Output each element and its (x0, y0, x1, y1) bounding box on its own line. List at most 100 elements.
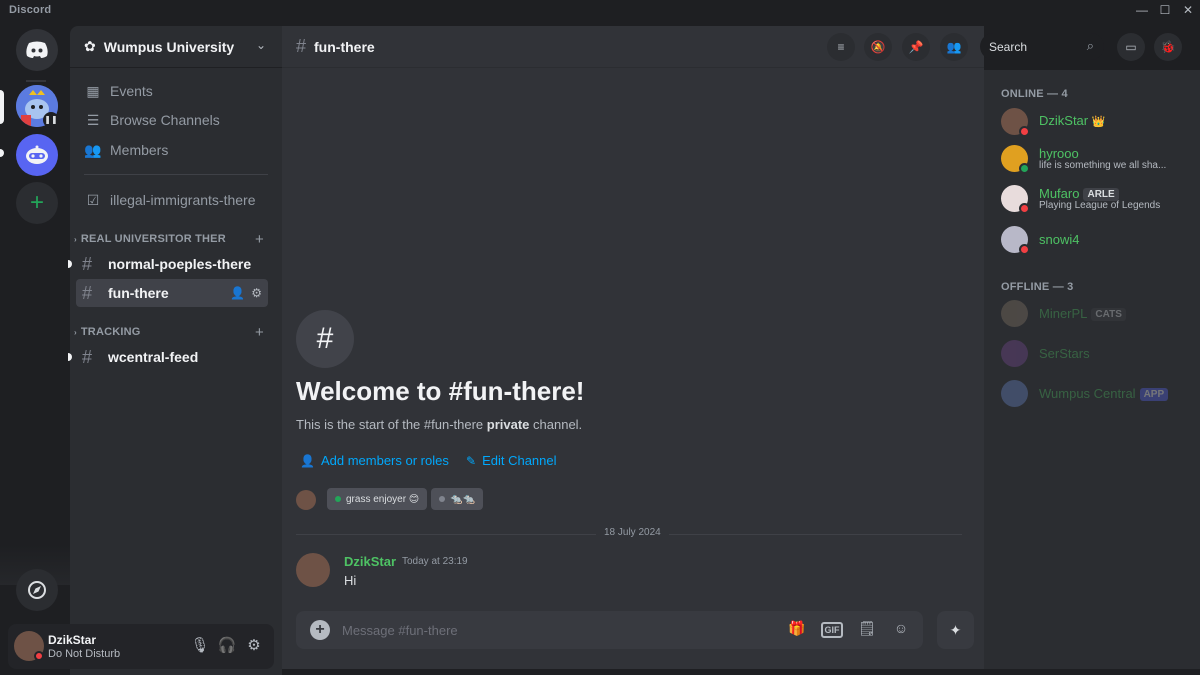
channel-fun-there[interactable]: # fun-there 👤 ⚙ (76, 279, 268, 307)
chevron-down-icon: ⌄ (255, 38, 266, 52)
upload-plus-icon[interactable]: + (310, 620, 330, 640)
notifications-muted-icon[interactable]: 🔕 (864, 33, 892, 61)
avatar[interactable] (296, 490, 316, 510)
microphone-icon[interactable]: 🎙 (190, 636, 210, 656)
divider (84, 174, 268, 175)
create-channel-icon[interactable]: + (255, 231, 264, 248)
discover-button[interactable] (16, 569, 58, 611)
member-serstars[interactable]: SerStars (999, 333, 1195, 373)
add-members-label: Add members or roles (320, 453, 449, 468)
sidebar-item-browse-channels[interactable]: ☰ Browse Channels (78, 106, 268, 134)
member-wumpus-central[interactable]: Wumpus Central APP (999, 373, 1195, 413)
channel-title: fun-there (314, 38, 375, 55)
channel-name: normal-poeples-there (108, 256, 252, 272)
member-name: hyrooo (1039, 146, 1079, 161)
gif-icon[interactable]: GIF (821, 622, 843, 638)
sidebar-item-label: Members (110, 142, 169, 158)
inbox-button[interactable]: ▭ (1117, 33, 1145, 61)
sticker-icon[interactable]: 🗒 (856, 620, 878, 640)
member-minerpl[interactable]: MinerPL CATS (999, 293, 1195, 333)
pin-icon[interactable]: 📌 (902, 33, 930, 61)
message-timestamp: Today at 23:19 (402, 556, 468, 567)
member-name-text: MinerPL (1039, 306, 1088, 321)
guild-badge-icon: ✿ (84, 38, 96, 54)
channel-illegal-immigrants-there[interactable]: ☑ illegal-immigrants-there (78, 186, 268, 214)
category-real-universitor-ther[interactable]: › REAL UNIVERSITOR THER + (74, 229, 270, 249)
chat-area: # fun-there ≡ 🔕 📌 👥 # Welcome to #fun-th… (282, 26, 984, 669)
locked-hash-icon: # (296, 36, 307, 56)
gear-icon[interactable]: ⚙ (251, 286, 262, 300)
category-label: REAL UNIVERSITOR THER (80, 233, 226, 245)
dnd-status-icon (1019, 244, 1030, 255)
create-channel-icon[interactable]: + (255, 324, 264, 341)
add-members-link[interactable]: 👤 Add members or roles (300, 453, 449, 468)
locked-hash-icon: # (82, 282, 93, 303)
member-name-text: DzikStar (1039, 113, 1089, 128)
channel-name: fun-there (108, 285, 169, 301)
date-label: 18 July 2024 (596, 527, 669, 538)
status-chip[interactable]: 🐀🐀 (431, 488, 483, 510)
avatar (1001, 380, 1028, 407)
message-input[interactable] (342, 611, 722, 649)
member-list-icon[interactable]: 👥 (940, 33, 968, 61)
chip-label: grass enjoyer 😊 (346, 493, 420, 505)
online-status-icon (1019, 163, 1030, 174)
apps-icon: ✦ (949, 622, 962, 638)
message-composer: + 🎁 GIF 🗒 ☺ (296, 611, 923, 649)
member-mufaro[interactable]: Mufaro ARLE Playing League of Legends (999, 178, 1195, 218)
crown-icon: 👑 (1091, 116, 1106, 128)
channel-name: illegal-immigrants-there (110, 192, 256, 208)
activity-status: Playing League of Legends (1039, 200, 1161, 211)
dnd-status-icon (1019, 203, 1030, 214)
avatar (1001, 340, 1028, 367)
offline-dot (439, 496, 445, 502)
online-header: ONLINE — 4 (1001, 88, 1068, 100)
apps-button[interactable]: ✦ (937, 611, 974, 649)
member-name: DzikStar 👑 (1039, 113, 1105, 128)
sidebar-item-events[interactable]: ▦ Events (78, 77, 268, 105)
channel-wcentral-feed[interactable]: # wcentral-feed (68, 343, 268, 371)
member-snowi4[interactable]: snowi4 (999, 219, 1195, 259)
user-status: Do Not Disturb (48, 648, 121, 660)
member-name: snowi4 (1039, 232, 1080, 247)
bug-icon: 🐞 (1160, 40, 1176, 54)
guild-header[interactable]: ✿ Wumpus University ⌄ (70, 26, 282, 68)
locked-hash-icon: # (82, 253, 93, 274)
help-button[interactable]: 🐞 (1154, 33, 1182, 61)
edit-channel-link[interactable]: ✎ Edit Channel (466, 453, 557, 468)
close-button[interactable]: ✕ (1180, 2, 1196, 18)
status-chip[interactable]: grass enjoyer 😊 (327, 488, 428, 510)
compass-icon (28, 581, 46, 599)
dnd-status-icon (34, 651, 44, 661)
chevron-right-icon: › (74, 327, 77, 337)
channel-normal-poeples-there[interactable]: # normal-poeples-there (68, 250, 268, 278)
gear-icon[interactable]: ⚙ (244, 636, 264, 656)
member-name: Wumpus Central APP (1039, 386, 1169, 401)
unread-indicator (68, 353, 72, 361)
invite-icon[interactable]: 👤 (230, 286, 245, 300)
search-input[interactable] (980, 33, 1080, 60)
threads-icon[interactable]: ≡ (827, 33, 855, 61)
minimize-button[interactable]: — (1134, 2, 1150, 18)
member-dzikstar[interactable]: DzikStar 👑 (999, 101, 1195, 141)
add-server-button[interactable]: + (16, 182, 58, 224)
chevron-right-icon: › (74, 234, 77, 244)
member-hyrooo[interactable]: hyrooo life is something we all sha... (999, 138, 1195, 178)
member-name-text: Wumpus Central (1039, 386, 1136, 401)
member-name-text: Mufaro (1039, 186, 1080, 201)
home-button[interactable] (16, 29, 58, 71)
avatar[interactable] (296, 553, 330, 587)
member-name: SerStars (1039, 346, 1090, 361)
inbox-icon: ▭ (1125, 40, 1137, 54)
message-author[interactable]: DzikStar (344, 554, 396, 569)
gift-icon[interactable]: 🎁 (786, 620, 808, 640)
category-tracking[interactable]: › TRACKING + (74, 322, 270, 342)
maximize-button[interactable]: ☐ (1157, 2, 1173, 18)
emoji-icon[interactable]: ☺ (890, 620, 912, 640)
channel-hash-lock-icon: # (296, 310, 354, 368)
search-box[interactable]: ⌕ (980, 33, 1104, 60)
headphones-icon[interactable]: 🎧 (217, 636, 237, 656)
server-bot[interactable] (16, 134, 58, 176)
sidebar-item-members[interactable]: 👥 Members (78, 136, 268, 164)
rail-separator (26, 80, 46, 82)
